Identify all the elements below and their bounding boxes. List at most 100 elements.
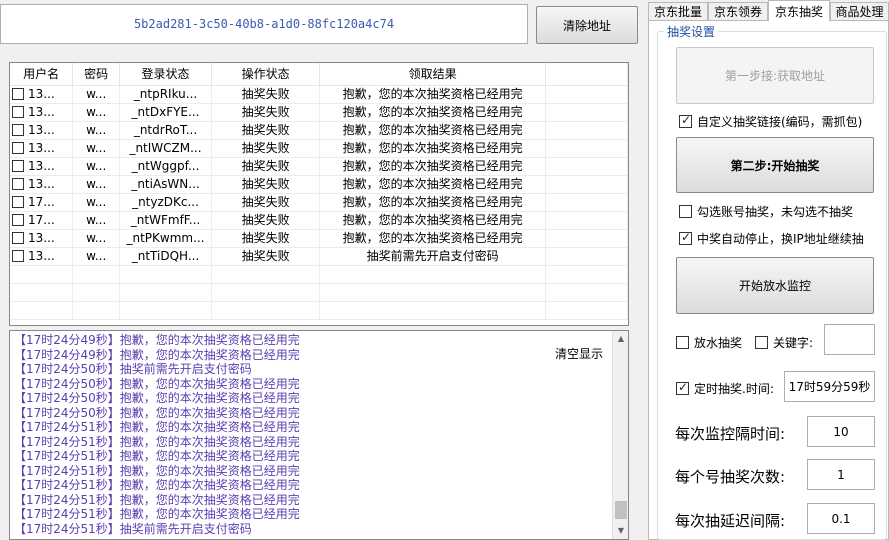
log-line: 【17时24分51秒】抱歉，您的本次抽奖资格已经用完 bbox=[14, 478, 300, 492]
cell-user[interactable]: 13... bbox=[10, 139, 74, 158]
cell-user[interactable]: 13... bbox=[10, 229, 74, 248]
cell-user[interactable]: 13... bbox=[10, 103, 74, 122]
timed-input[interactable]: 17时59分59秒 bbox=[784, 371, 875, 402]
auto-stop-checkbox[interactable] bbox=[679, 230, 692, 245]
cell-result: 抱歉，您的本次抽奖资格已经用完 bbox=[319, 121, 546, 140]
step2-start-lottery-button[interactable]: 第二步:开始抽奖 bbox=[676, 137, 874, 193]
tab-jd-coupon[interactable]: 京东领券 bbox=[708, 2, 768, 20]
table-row[interactable]: 13... w... _ntdrRoT... 抽奖失败 抱歉，您的本次抽奖资格已经用完 bbox=[10, 121, 628, 140]
cell-password: w... bbox=[72, 175, 121, 194]
col-header-op-status[interactable]: 操作状态 bbox=[211, 63, 321, 86]
row-checkbox[interactable] bbox=[12, 213, 24, 226]
table-row[interactable]: 13... w... _ntpRIku... 抽奖失败 抱歉，您的本次抽奖资格已经用完 bbox=[10, 85, 628, 104]
delay-input[interactable]: 0.1 bbox=[807, 503, 875, 534]
start-monitor-button[interactable]: 开始放水监控 bbox=[676, 257, 874, 314]
empty-row bbox=[10, 301, 628, 320]
tab-jd-lottery[interactable]: 京东抽奖 bbox=[768, 0, 830, 21]
keyword-option[interactable]: 关键字: bbox=[755, 334, 813, 351]
table-row[interactable]: 13... w... _ntDxFYE... 抽奖失败 抱歉，您的本次抽奖资格已经用完 bbox=[10, 103, 628, 122]
keyword-label: 关键字: bbox=[773, 336, 814, 350]
empty-row bbox=[10, 265, 628, 284]
cell-user[interactable]: 13... bbox=[10, 85, 74, 104]
empty-cell bbox=[10, 301, 74, 320]
col-header-password[interactable]: 密码 bbox=[72, 63, 121, 86]
table-row[interactable]: 13... w... _ntPKwmm... 抽奖失败 抱歉，您的本次抽奖资格已经用完 bbox=[10, 229, 628, 248]
cell-op-status: 抽奖失败 bbox=[211, 211, 321, 230]
table-row[interactable]: 17... w... _ntWFmfF... 抽奖失败 抱歉，您的本次抽奖资格已经用完 bbox=[10, 211, 628, 230]
cell-filler bbox=[545, 121, 628, 140]
cell-password: w... bbox=[72, 139, 121, 158]
clear-address-button[interactable]: 清除地址 bbox=[536, 6, 638, 44]
clear-log-button[interactable]: 清空显示 bbox=[555, 345, 603, 362]
count-label: 每个号抽奖次数: bbox=[675, 468, 786, 486]
custom-link-option[interactable]: 自定义抽奖链接(编码，需抓包) bbox=[679, 113, 862, 130]
cell-user[interactable]: 13... bbox=[10, 121, 74, 140]
log-scrollbar[interactable]: ▲ ▼ bbox=[612, 331, 628, 539]
empty-cell bbox=[211, 283, 321, 302]
cell-user[interactable]: 13... bbox=[10, 175, 74, 194]
auto-stop-option[interactable]: 中奖自动停止，换IP地址继续抽 bbox=[679, 230, 864, 247]
cell-user[interactable]: 13... bbox=[10, 247, 74, 266]
cell-login-status: _ntWggpf... bbox=[119, 157, 212, 176]
address-field[interactable]: 5b2ad281-3c50-40b8-a1d0-88fc120a4c74 bbox=[0, 4, 528, 44]
cell-op-status: 抽奖失败 bbox=[211, 85, 321, 104]
timed-option[interactable]: 定时抽奖.时间: bbox=[676, 380, 774, 397]
table-row[interactable]: 13... w... _ntWggpf... 抽奖失败 抱歉，您的本次抽奖资格已经用完 bbox=[10, 157, 628, 176]
row-checkbox[interactable] bbox=[12, 87, 24, 100]
tab-jd-batch[interactable]: 京东批量 bbox=[648, 2, 708, 20]
row-checkbox[interactable] bbox=[12, 123, 24, 136]
log-line: 【17时24分49秒】抱歉，您的本次抽奖资格已经用完 bbox=[14, 347, 300, 362]
cell-password: w... bbox=[72, 85, 121, 104]
col-header-login-status[interactable]: 登录状态 bbox=[119, 63, 212, 86]
row-checkbox[interactable] bbox=[12, 159, 24, 172]
account-table: 用户名 密码 登录状态 操作状态 领取结果 13... w... _ntpRIku.… bbox=[9, 62, 629, 326]
count-input[interactable]: 1 bbox=[807, 459, 875, 490]
cell-user[interactable]: 17... bbox=[10, 193, 74, 212]
checked-only-label: 勾选账号抽奖，未勾选不抽奖 bbox=[697, 205, 854, 219]
checked-only-option[interactable]: 勾选账号抽奖，未勾选不抽奖 bbox=[679, 203, 853, 220]
row-checkbox[interactable] bbox=[12, 249, 24, 262]
step1-get-address-button[interactable]: 第一步接:获取地址 bbox=[676, 47, 874, 104]
keyword-checkbox[interactable] bbox=[755, 336, 768, 349]
cell-login-status: _ntTiDQH... bbox=[119, 247, 212, 266]
interval-input[interactable]: 10 bbox=[807, 416, 875, 447]
col-header-user[interactable]: 用户名 bbox=[10, 63, 74, 86]
row-checkbox[interactable] bbox=[12, 105, 24, 118]
row-checkbox[interactable] bbox=[12, 141, 24, 154]
cell-filler bbox=[545, 175, 628, 194]
cell-op-status: 抽奖失败 bbox=[211, 121, 321, 140]
water-checkbox[interactable] bbox=[676, 336, 689, 349]
cell-result: 抱歉，您的本次抽奖资格已经用完 bbox=[319, 211, 546, 230]
keyword-input[interactable] bbox=[824, 324, 875, 355]
empty-cell bbox=[211, 265, 321, 284]
user-value: 17... bbox=[28, 194, 55, 209]
table-row[interactable]: 17... w... _ntyzDKc... 抽奖失败 抱歉，您的本次抽奖资格已经用完 bbox=[10, 193, 628, 212]
user-value: 13... bbox=[28, 248, 55, 263]
checked-only-checkbox[interactable] bbox=[679, 205, 692, 218]
water-option[interactable]: 放水抽奖 bbox=[676, 334, 742, 351]
tab-product[interactable]: 商品处理 bbox=[830, 2, 889, 20]
scroll-thumb[interactable] bbox=[615, 501, 627, 519]
table-row[interactable]: 13... w... _ntIWCZM... 抽奖失败 抱歉，您的本次抽奖资格已经用完 bbox=[10, 139, 628, 158]
cell-user[interactable]: 17... bbox=[10, 211, 74, 230]
row-checkbox[interactable] bbox=[12, 231, 24, 244]
empty-cell bbox=[319, 301, 546, 320]
empty-cell bbox=[119, 283, 212, 302]
user-value: 13... bbox=[28, 230, 55, 245]
cell-login-status: _ntDxFYE... bbox=[119, 103, 212, 122]
cell-user[interactable]: 13... bbox=[10, 157, 74, 176]
table-row[interactable]: 13... w... _ntTiDQH... 抽奖失败 抽奖前需先开启支付密码 bbox=[10, 247, 628, 266]
row-checkbox[interactable] bbox=[12, 195, 24, 208]
table-row[interactable]: 13... w... _ntiAsWN... 抽奖失败 抱歉，您的本次抽奖资格已经用完 bbox=[10, 175, 628, 194]
cell-result: 抱歉，您的本次抽奖资格已经用完 bbox=[319, 139, 546, 158]
log-line: 【17时24分50秒】抱歉，您的本次抽奖资格已经用完 bbox=[14, 405, 300, 420]
col-header-result[interactable]: 领取结果 bbox=[319, 63, 546, 86]
custom-link-checkbox[interactable] bbox=[679, 113, 692, 128]
scroll-down-icon[interactable]: ▼ bbox=[613, 523, 628, 539]
auto-stop-label: 中奖自动停止，换IP地址继续抽 bbox=[697, 232, 864, 246]
timed-checkbox[interactable] bbox=[676, 380, 689, 395]
cell-password: w... bbox=[72, 103, 121, 122]
row-checkbox[interactable] bbox=[12, 177, 24, 190]
scroll-up-icon[interactable]: ▲ bbox=[613, 331, 628, 347]
settings-group-title: 抽奖设置 bbox=[664, 23, 719, 40]
